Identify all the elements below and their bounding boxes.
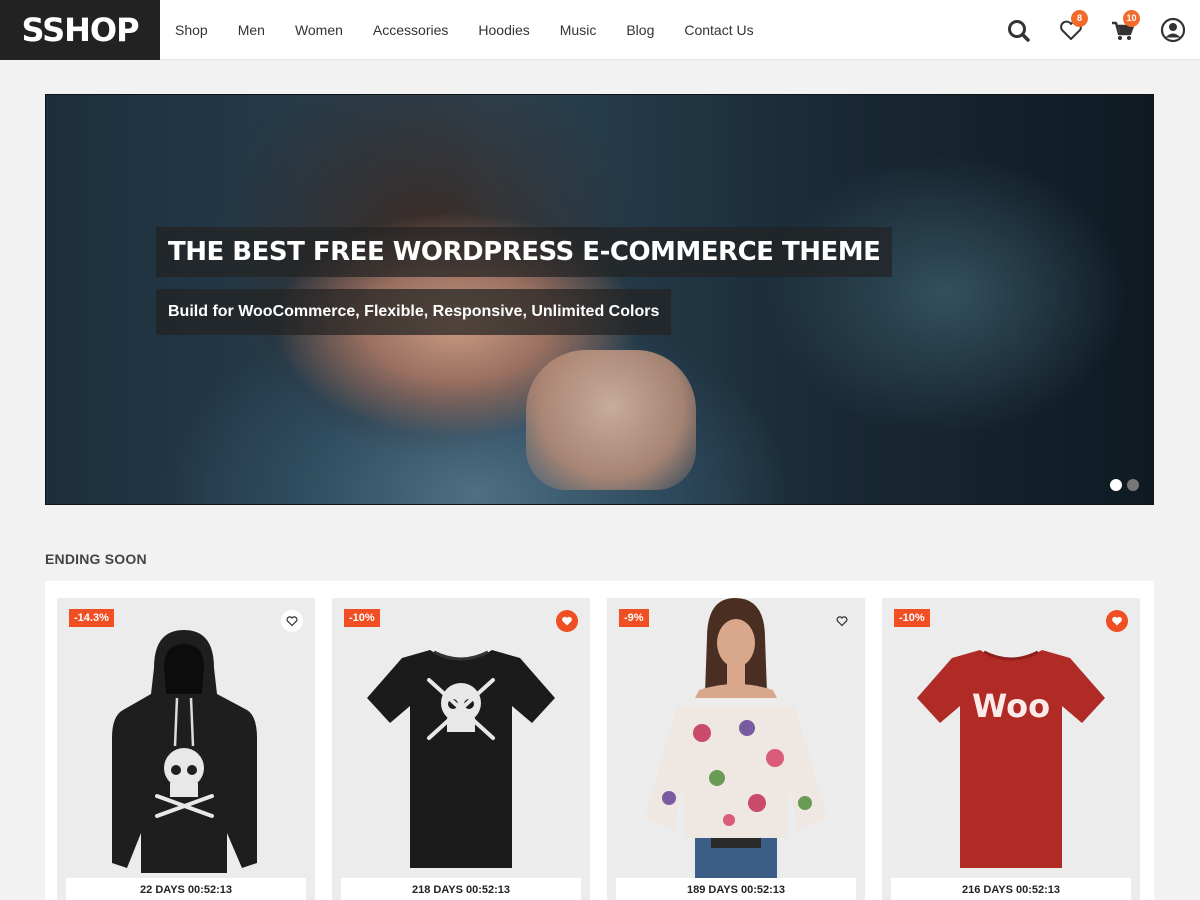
account-icon[interactable] [1158, 14, 1188, 46]
discount-badge: -10% [344, 609, 380, 627]
nav-accessories[interactable]: Accessories [358, 0, 463, 60]
wishlist-count-badge: 8 [1071, 10, 1088, 27]
countdown-timer: 216 DAYS 00:52:13 [891, 878, 1131, 900]
nav-hoodies[interactable]: Hoodies [463, 0, 544, 60]
site-logo[interactable]: SSHOP [0, 0, 160, 60]
heart-filled-icon [1112, 616, 1122, 626]
main-nav: Shop Men Women Accessories Hoodies Music… [160, 0, 769, 60]
slider-dot-2[interactable] [1127, 479, 1139, 491]
product-grid: -14.3% 22 DAYS 00:52:13 -10% 218 DAYS 00… [45, 581, 1154, 900]
hero-image-detail [526, 350, 696, 490]
countdown-timer: 218 DAYS 00:52:13 [341, 878, 581, 900]
nav-music[interactable]: Music [545, 0, 612, 60]
hero-slider[interactable]: THE BEST FREE WORDPRESS E-COMMERCE THEME… [45, 94, 1154, 505]
add-to-wishlist-button[interactable] [831, 610, 853, 632]
remove-from-wishlist-button[interactable] [1106, 610, 1128, 632]
product-card[interactable]: Woo -10% 216 DAYS 00:52:13 [882, 598, 1140, 900]
countdown-timer: 22 DAYS 00:52:13 [66, 878, 306, 900]
nav-shop[interactable]: Shop [160, 0, 223, 60]
discount-badge: -9% [619, 609, 649, 627]
product-image [112, 630, 257, 873]
add-to-wishlist-button[interactable] [281, 610, 303, 632]
cart-button[interactable]: 10 [1108, 10, 1140, 46]
countdown-timer: 189 DAYS 00:52:13 [616, 878, 856, 900]
hero-title: THE BEST FREE WORDPRESS E-COMMERCE THEME [156, 227, 893, 277]
product-card[interactable]: -10% 218 DAYS 00:52:13 [332, 598, 590, 900]
search-icon[interactable] [1004, 14, 1034, 46]
slider-dot-1[interactable] [1110, 479, 1122, 491]
discount-badge: -14.3% [69, 609, 114, 627]
cart-count-badge: 10 [1123, 10, 1140, 27]
remove-from-wishlist-button[interactable] [556, 610, 578, 632]
product-image [367, 650, 555, 868]
nav-contact-us[interactable]: Contact Us [669, 0, 768, 60]
product-card[interactable]: -14.3% 22 DAYS 00:52:13 [57, 598, 315, 900]
product-image [645, 598, 827, 888]
section-title: ENDING SOON [45, 551, 147, 567]
hero-subtitle: Build for WooCommerce, Flexible, Respons… [156, 289, 672, 335]
nav-men[interactable]: Men [223, 0, 280, 60]
heart-outline-icon [836, 616, 848, 627]
heart-outline-icon [286, 616, 298, 627]
product-card[interactable]: -9% 189 DAYS 00:52:13 [607, 598, 865, 900]
product-print-text: Woo [972, 687, 1050, 725]
nav-women[interactable]: Women [280, 0, 358, 60]
wishlist-button[interactable]: 8 [1056, 10, 1088, 46]
heart-filled-icon [562, 616, 572, 626]
discount-badge: -10% [894, 609, 930, 627]
nav-blog[interactable]: Blog [611, 0, 669, 60]
slider-pagination [1110, 479, 1139, 491]
product-image: Woo [917, 650, 1105, 868]
site-header: SSHOP Shop Men Women Accessories Hoodies… [0, 0, 1200, 60]
